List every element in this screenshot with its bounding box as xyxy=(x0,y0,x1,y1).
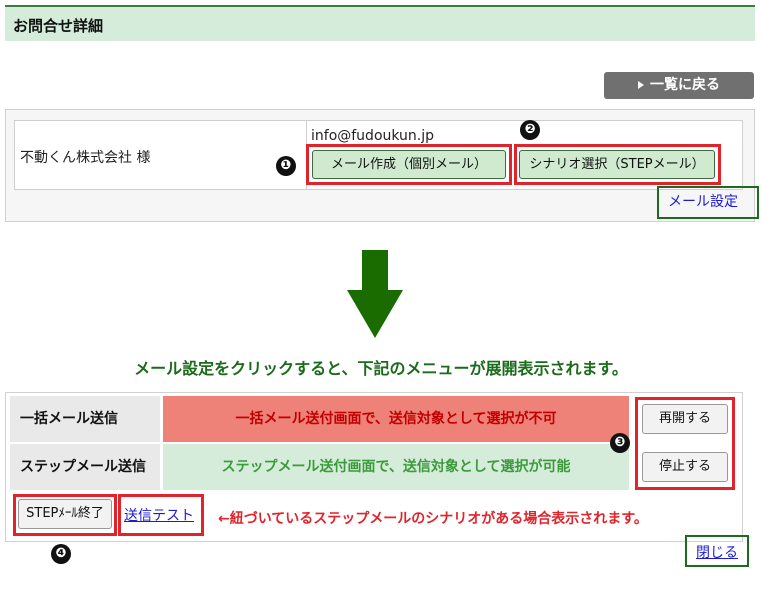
back-to-list-button[interactable]: 一覧に戻る xyxy=(604,72,754,99)
down-arrow-icon xyxy=(347,250,403,338)
step-mail-status: ステップメール送付画面で、送信対象として選択が可能 xyxy=(163,444,629,490)
highlight-box-4 xyxy=(13,494,117,536)
marker-4: ❹ xyxy=(51,544,71,564)
page-header: お問合せ詳細 xyxy=(5,5,755,41)
instruction-caption: メール設定をクリックすると、下記のメニューが展開表示されます。 xyxy=(134,359,628,378)
bulk-mail-label: 一括メール送信 xyxy=(10,396,160,442)
marker-1: ❶ xyxy=(276,156,296,176)
step-mail-label: ステップメール送信 xyxy=(10,444,160,490)
marker-3: ❸ xyxy=(610,433,630,453)
highlight-box-2 xyxy=(514,144,721,185)
highlight-box-5 xyxy=(118,494,204,536)
play-icon xyxy=(638,81,644,89)
back-to-list-label: 一覧に戻る xyxy=(650,77,720,93)
page-title: お問合せ詳細 xyxy=(13,17,104,35)
company-name: 不動くん株式会社 様 xyxy=(20,150,151,166)
highlight-box-3 xyxy=(635,397,735,490)
highlight-box-1 xyxy=(306,144,512,185)
customer-email: info@fudoukun.jp xyxy=(311,128,435,144)
bulk-mail-status: 一括メール送付画面で、送信対象として選択が不可 xyxy=(163,396,629,442)
marker-2: ❷ xyxy=(520,120,540,140)
scenario-note: ←紐づいているステップメールのシナリオがある場合表示されます。 xyxy=(218,511,648,527)
mail-settings-highlight xyxy=(657,186,759,219)
close-highlight xyxy=(685,535,749,567)
